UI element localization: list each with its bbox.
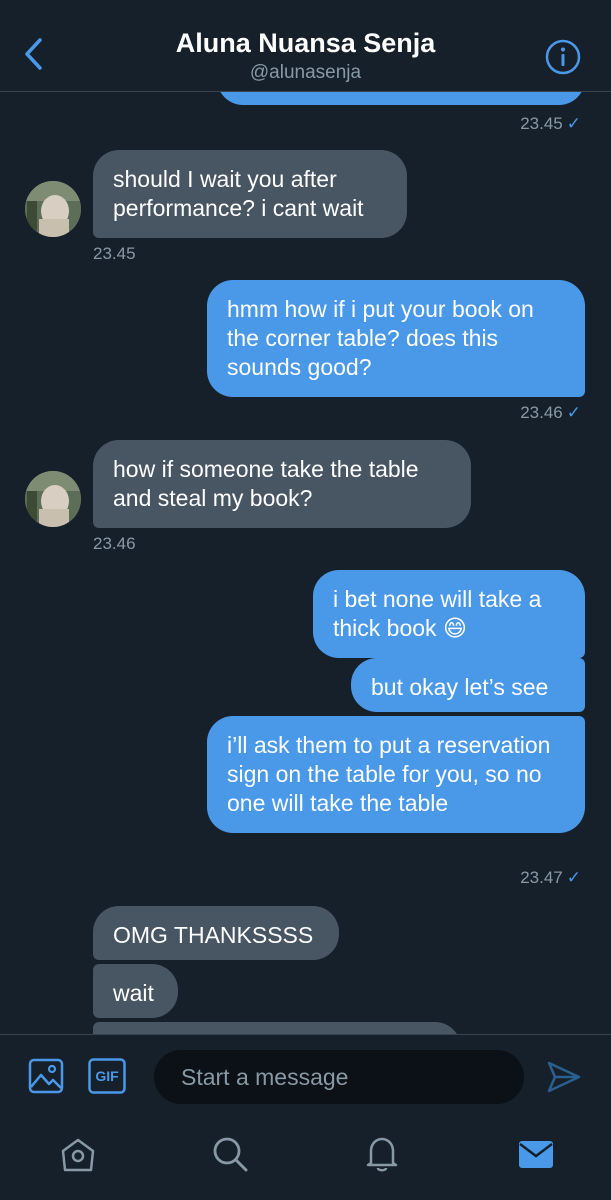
message-text: OMG THANKSSSS — [113, 922, 314, 948]
message-timestamp: 23.46 — [93, 534, 136, 554]
message-timestamp: 23.46 ✓ — [520, 403, 581, 423]
message-text: how if someone take the table and steal … — [113, 456, 419, 511]
message-timestamp: 23.47 ✓ — [520, 868, 581, 888]
conversation-header: Aluna Nuansa Senja @alunasenja — [0, 0, 611, 92]
send-button[interactable] — [546, 1059, 582, 1095]
timestamp-text: 23.45 — [520, 114, 563, 133]
timestamp-text: 23.46 — [520, 403, 563, 422]
message-received[interactable]: wait — [93, 964, 178, 1018]
info-icon — [545, 39, 581, 75]
page-title[interactable]: Aluna Nuansa Senja — [0, 28, 611, 59]
tab-home[interactable] — [58, 1134, 98, 1174]
message-input[interactable] — [154, 1050, 524, 1104]
message-sent[interactable]: i bet none will take a thick book 😄 — [313, 570, 585, 658]
bell-icon — [366, 1137, 398, 1172]
timestamp-text: 23.46 — [93, 534, 136, 553]
message-text: but okay let’s see — [371, 674, 549, 700]
add-gif-button[interactable]: GIF — [88, 1058, 126, 1094]
timestamp-text: 23.45 — [93, 244, 136, 263]
read-check-icon: ✓ — [566, 114, 581, 133]
message-received-partial[interactable] — [93, 1022, 461, 1034]
home-icon — [61, 1138, 95, 1172]
message-text: should I wait you after performance? i c… — [113, 166, 364, 221]
message-timestamp: 23.45 ✓ — [520, 114, 581, 134]
tab-search[interactable] — [210, 1134, 250, 1174]
tab-messages[interactable] — [516, 1134, 556, 1174]
user-handle: @alunasenja — [249, 62, 362, 83]
message-sent[interactable]: hmm how if i put your book on the corner… — [207, 280, 585, 397]
message-sent-partial[interactable] — [217, 92, 585, 105]
message-received[interactable]: OMG THANKSSSS — [93, 906, 339, 960]
tab-notifications[interactable] — [362, 1134, 402, 1174]
search-icon — [213, 1137, 248, 1172]
message-sent[interactable]: but okay let’s see — [351, 658, 585, 712]
read-check-icon: ✓ — [566, 403, 581, 422]
avatar[interactable] — [25, 471, 81, 527]
message-text: i bet none will take a thick book 😄 — [333, 586, 542, 641]
timestamp-text: 23.47 — [520, 868, 563, 887]
add-image-button[interactable] — [28, 1058, 64, 1094]
message-received[interactable]: should I wait you after performance? i c… — [93, 150, 407, 238]
message-timestamp: 23.45 — [93, 244, 136, 264]
mail-icon — [519, 1141, 553, 1168]
message-sent[interactable]: i’ll ask them to put a reservation sign … — [207, 716, 585, 833]
avatar-photo — [25, 181, 81, 237]
message-text: i’ll ask them to put a reservation sign … — [227, 732, 551, 816]
message-composer: GIF — [0, 1034, 611, 1118]
avatar[interactable] — [25, 181, 81, 237]
message-text: hmm how if i put your book on the corner… — [227, 296, 534, 380]
bottom-tab-bar — [0, 1118, 611, 1200]
message-text: wait — [113, 980, 154, 1006]
message-list[interactable]: 23.45 ✓ should I wait you after performan… — [0, 92, 611, 1034]
read-check-icon: ✓ — [566, 868, 581, 887]
image-icon — [28, 1058, 64, 1094]
info-button[interactable] — [545, 39, 581, 75]
gif-label: GIF — [95, 1068, 119, 1084]
send-icon — [547, 1061, 581, 1093]
message-received[interactable]: how if someone take the table and steal … — [93, 440, 471, 528]
avatar-photo — [25, 471, 81, 527]
